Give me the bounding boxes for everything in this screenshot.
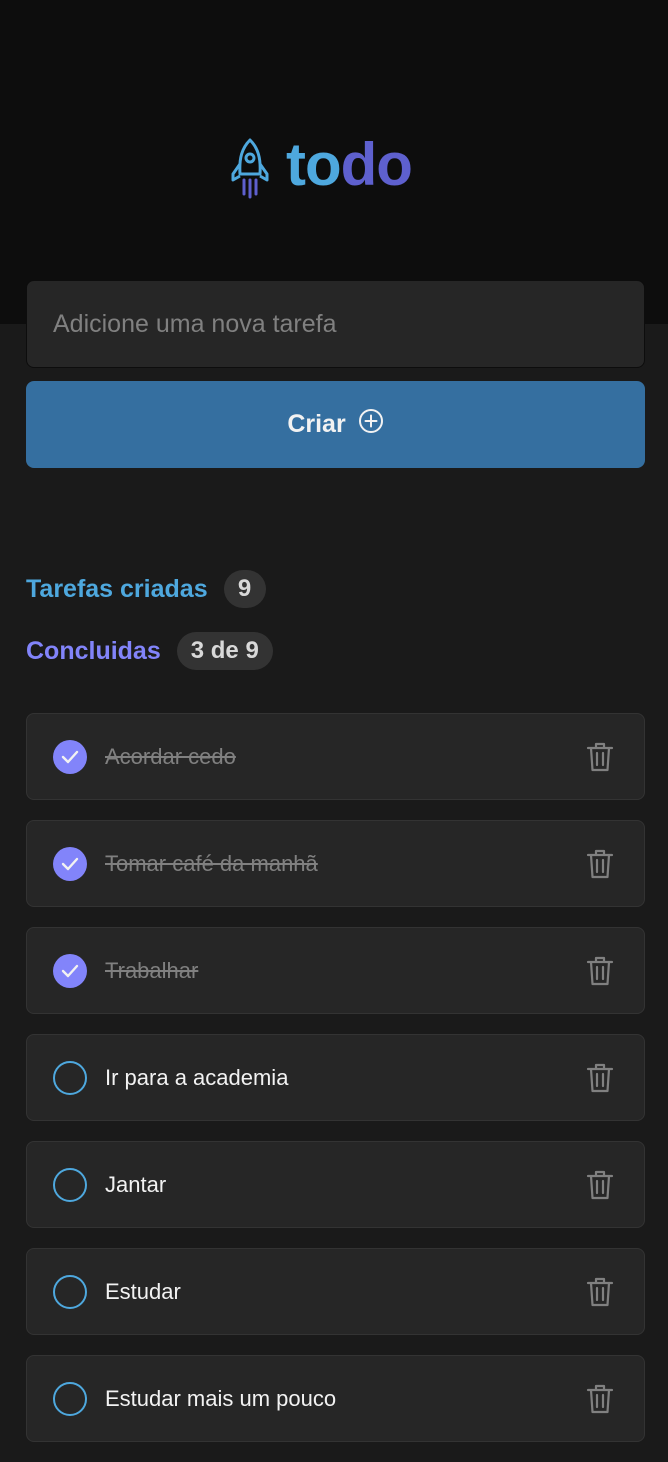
delete-task-button[interactable] — [582, 1167, 618, 1203]
delete-task-button[interactable] — [582, 1060, 618, 1096]
rocket-icon — [230, 136, 270, 200]
task-text: Estudar — [105, 1278, 181, 1304]
task-checkbox[interactable] — [53, 1060, 87, 1095]
task-checkbox-checked[interactable] — [53, 739, 87, 774]
trash-icon — [586, 741, 614, 773]
task-text: Tomar café da manhã — [105, 850, 318, 876]
tasks-done-label: Concluidas — [26, 636, 161, 665]
delete-task-button[interactable] — [582, 846, 618, 882]
tasks-done-stat: Concluidas 3 de 9 — [26, 632, 273, 670]
delete-task-button[interactable] — [582, 953, 618, 989]
task-text: Ir para a academia — [105, 1064, 289, 1090]
task-item: Jantar — [26, 1141, 645, 1228]
trash-icon — [586, 1276, 614, 1308]
trash-icon — [586, 955, 614, 987]
task-checkbox[interactable] — [53, 1381, 87, 1416]
new-task-input[interactable] — [26, 280, 645, 368]
trash-icon — [586, 1169, 614, 1201]
logo-text-to: to — [286, 131, 342, 198]
tasks-created-stat: Tarefas criadas 9 — [26, 570, 266, 608]
task-item: Ir para a academia — [26, 1034, 645, 1121]
logo-text: todo — [286, 135, 413, 195]
task-item: Estudar — [26, 1248, 645, 1335]
task-item: Acordar cedo — [26, 713, 645, 800]
task-checkbox[interactable] — [53, 1274, 87, 1309]
task-item: Trabalhar — [26, 927, 645, 1014]
task-item: Tomar café da manhã — [26, 820, 645, 907]
tasks-created-count: 9 — [223, 570, 266, 608]
delete-task-button[interactable] — [582, 1381, 618, 1417]
task-checkbox-checked[interactable] — [53, 953, 87, 988]
app-logo: todo — [230, 135, 413, 200]
task-text: Jantar — [105, 1171, 167, 1197]
task-checkbox[interactable] — [53, 1167, 87, 1202]
task-text: Trabalhar — [105, 957, 199, 983]
trash-icon — [586, 848, 614, 880]
check-icon — [61, 964, 79, 978]
task-checkbox-checked[interactable] — [53, 846, 87, 881]
plus-circle-icon — [358, 408, 384, 441]
check-icon — [61, 750, 79, 764]
task-text: Estudar mais um pouco — [105, 1385, 337, 1411]
task-list: Acordar cedo Tomar café da manhã Trabalhar… — [26, 713, 645, 1462]
logo-text-do: do — [340, 131, 413, 198]
delete-task-button[interactable] — [582, 739, 618, 775]
create-button-label: Criar — [287, 410, 346, 438]
tasks-done-count: 3 de 9 — [176, 632, 273, 670]
trash-icon — [586, 1383, 614, 1415]
trash-icon — [586, 1062, 614, 1094]
task-item: Estudar mais um pouco — [26, 1355, 645, 1442]
task-text: Acordar cedo — [105, 743, 236, 769]
delete-task-button[interactable] — [582, 1274, 618, 1310]
tasks-created-label: Tarefas criadas — [26, 574, 208, 603]
create-button[interactable]: Criar — [26, 381, 645, 468]
check-icon — [61, 857, 79, 871]
